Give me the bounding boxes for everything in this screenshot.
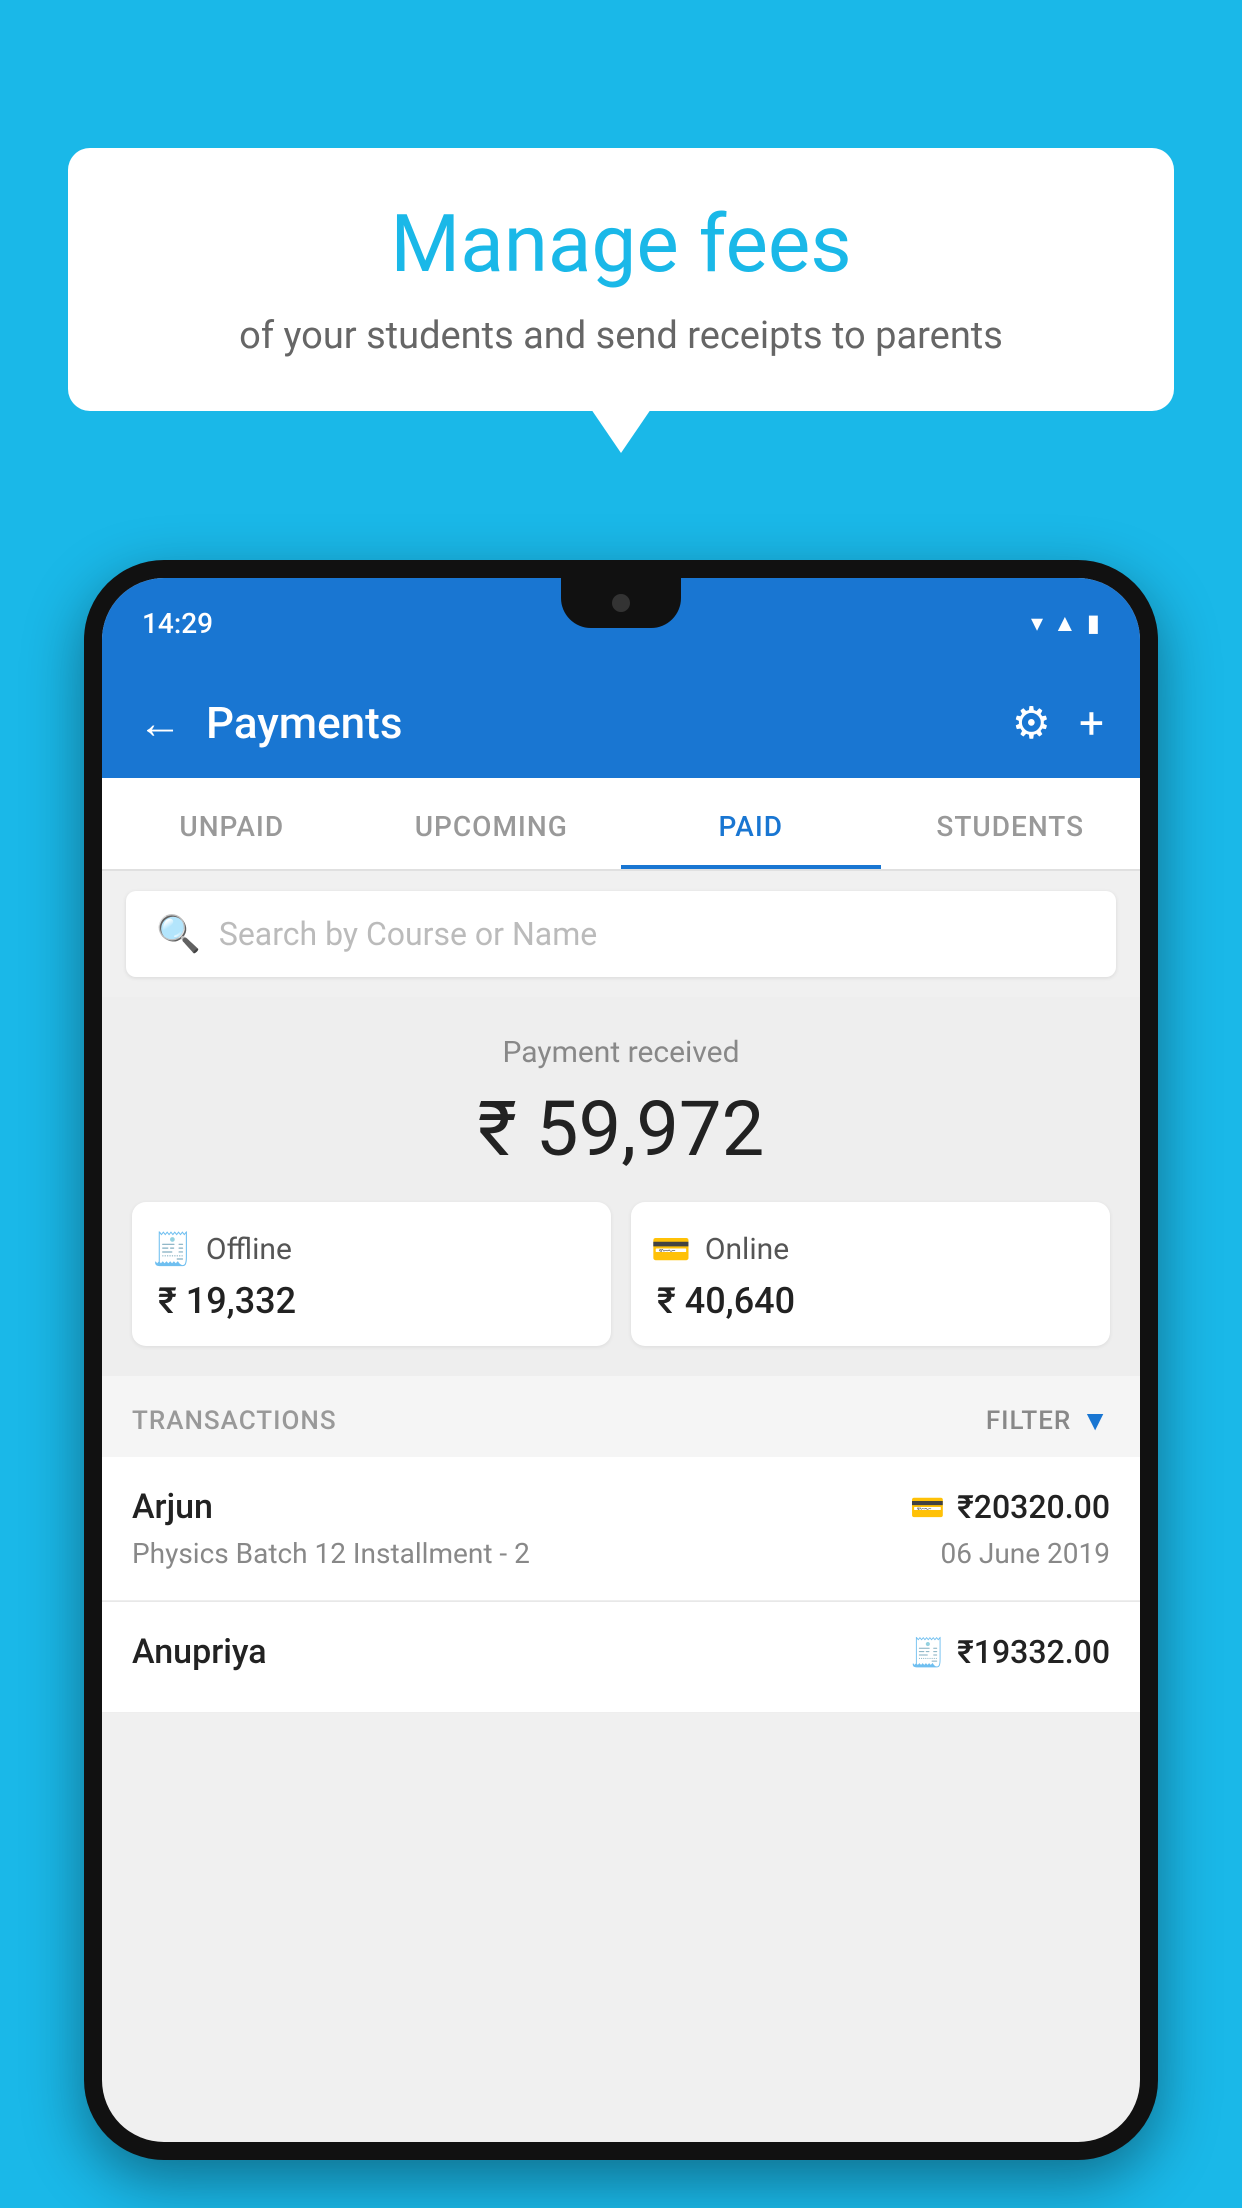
status-bar: 14:29 ▾ ▲ ▮ (102, 578, 1140, 668)
transaction-course: Physics Batch 12 Installment - 2 (132, 1537, 530, 1570)
transaction-row[interactable]: Arjun 💳 ₹20320.00 Physics Batch 12 Insta… (102, 1457, 1140, 1601)
app-bar-actions: ⚙ + (1012, 697, 1104, 749)
camera (612, 594, 630, 612)
bubble-title: Manage fees (128, 200, 1114, 288)
tabs: UNPAID UPCOMING PAID STUDENTS (102, 778, 1140, 871)
search-placeholder: Search by Course or Name (219, 915, 597, 953)
search-bar[interactable]: 🔍 Search by Course or Name (126, 891, 1116, 977)
transaction-amount: ₹19332.00 (957, 1633, 1110, 1671)
online-label: Online (705, 1232, 789, 1267)
signal-icon: ▲ (1053, 609, 1077, 638)
speech-bubble-container: Manage fees of your students and send re… (68, 148, 1174, 411)
payment-cards: 🧾 Offline ₹ 19,332 💳 Online ₹ 40,640 (132, 1202, 1110, 1346)
payment-received-label: Payment received (132, 1035, 1110, 1070)
tab-upcoming[interactable]: UPCOMING (362, 778, 622, 869)
payment-section: Payment received ₹ 59,972 🧾 Offline ₹ 19… (102, 997, 1140, 1376)
offline-label: Offline (206, 1232, 292, 1267)
bubble-subtitle: of your students and send receipts to pa… (128, 310, 1114, 363)
app-bar: ← Payments ⚙ + (102, 668, 1140, 778)
online-card: 💳 Online ₹ 40,640 (631, 1202, 1110, 1346)
phone: 14:29 ▾ ▲ ▮ ← Payments ⚙ + UNPAID (84, 560, 1158, 2160)
back-button[interactable]: ← (138, 697, 182, 749)
filter-icon: ▼ (1081, 1404, 1110, 1437)
filter-button[interactable]: FILTER ▼ (986, 1404, 1110, 1437)
transaction-amount: ₹20320.00 (957, 1488, 1110, 1526)
battery-icon: ▮ (1087, 609, 1100, 637)
settings-button[interactable]: ⚙ (1012, 697, 1051, 749)
card-payment-icon: 💳 (910, 1491, 945, 1524)
search-icon: 🔍 (156, 913, 201, 955)
wifi-icon: ▾ (1031, 609, 1043, 637)
status-time: 14:29 (142, 607, 213, 640)
tab-students[interactable]: STUDENTS (881, 778, 1141, 869)
offline-icon: 🧾 (152, 1230, 192, 1268)
tab-paid[interactable]: PAID (621, 778, 881, 869)
status-icons: ▾ ▲ ▮ (1031, 609, 1100, 638)
transaction-name: Anupriya (132, 1632, 267, 1672)
add-button[interactable]: + (1079, 697, 1104, 749)
tab-unpaid[interactable]: UNPAID (102, 778, 362, 869)
offline-amount: ₹ 19,332 (152, 1280, 591, 1322)
transaction-name: Arjun (132, 1487, 213, 1527)
transaction-row[interactable]: Anupriya 🧾 ₹19332.00 (102, 1602, 1140, 1713)
online-amount: ₹ 40,640 (651, 1280, 1090, 1322)
notch (561, 578, 681, 628)
transactions-label: TRANSACTIONS (132, 1406, 337, 1436)
payment-total-amount: ₹ 59,972 (132, 1084, 1110, 1174)
phone-screen: 14:29 ▾ ▲ ▮ ← Payments ⚙ + UNPAID (102, 578, 1140, 2142)
transaction-amount-row: 💳 ₹20320.00 (910, 1488, 1110, 1526)
app-bar-title: Payments (206, 697, 988, 749)
filter-label: FILTER (986, 1406, 1071, 1436)
transaction-amount-row: 🧾 ₹19332.00 (910, 1633, 1110, 1671)
offline-card: 🧾 Offline ₹ 19,332 (132, 1202, 611, 1346)
transaction-date: 06 June 2019 (940, 1537, 1110, 1570)
transactions-header: TRANSACTIONS FILTER ▼ (102, 1376, 1140, 1457)
speech-bubble: Manage fees of your students and send re… (68, 148, 1174, 411)
online-icon: 💳 (651, 1230, 691, 1268)
cash-payment-icon: 🧾 (910, 1636, 945, 1669)
